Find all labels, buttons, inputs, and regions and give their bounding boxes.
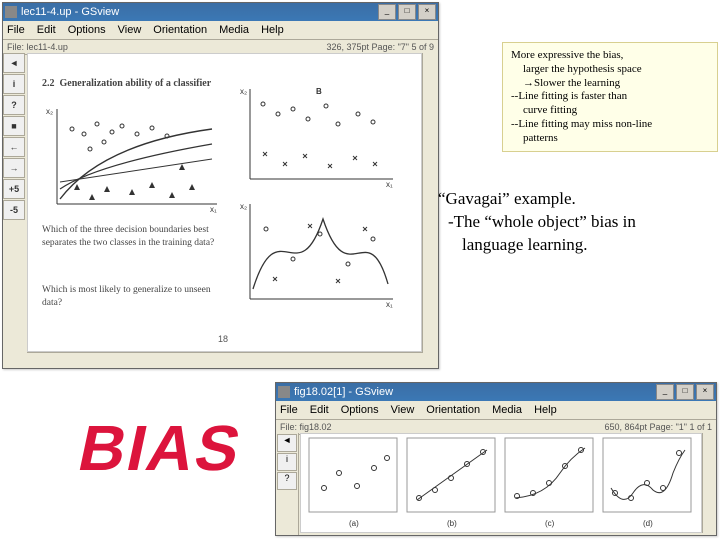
tool-zoom-in-icon[interactable]: +5 bbox=[3, 179, 25, 199]
maximize-button[interactable]: □ bbox=[676, 384, 694, 400]
note-line: larger the hypothesis space bbox=[511, 63, 709, 77]
menu-edit[interactable]: Edit bbox=[37, 24, 56, 36]
gavagai-text: “Gavagai” example. -The “whole object” b… bbox=[438, 188, 718, 257]
tool-zoom-out-icon[interactable]: -5 bbox=[3, 200, 25, 220]
note-line: --Line fitting is faster than bbox=[511, 90, 709, 104]
menu-view[interactable]: View bbox=[391, 404, 415, 416]
note-line: --Line fitting may miss non-line bbox=[511, 118, 709, 132]
side-toolbar: ◄ i ? ■ ← → +5 -5 bbox=[3, 53, 25, 220]
menu-edit[interactable]: Edit bbox=[310, 404, 329, 416]
page-number: 18 bbox=[218, 334, 228, 344]
menu-options[interactable]: Options bbox=[341, 404, 379, 416]
bias-wordart: BIAS bbox=[74, 420, 247, 478]
menu-media[interactable]: Media bbox=[492, 404, 522, 416]
gsview-window-1: lec11-4.up - GSview _ □ × File Edit Opti… bbox=[2, 2, 439, 369]
file-label: File: lec11-4.up bbox=[7, 42, 68, 52]
side-toolbar-2: ◄ i ? bbox=[276, 433, 299, 535]
maximize-button[interactable]: □ bbox=[398, 4, 416, 20]
tool-back-icon[interactable]: ◄ bbox=[3, 53, 25, 73]
note-box: More expressive the bias, larger the hyp… bbox=[502, 42, 718, 152]
note-line: →Slower the learning bbox=[511, 77, 709, 91]
menu-file[interactable]: File bbox=[280, 404, 298, 416]
close-button[interactable]: × bbox=[418, 4, 436, 20]
menu-view[interactable]: View bbox=[118, 24, 142, 36]
menubar-1: File Edit Options View Orientation Media… bbox=[3, 21, 438, 40]
tool-icon[interactable]: i bbox=[277, 453, 297, 471]
page-label: 650, 864pt Page: "1" 1 of 1 bbox=[605, 422, 712, 432]
minimize-button[interactable]: _ bbox=[656, 384, 674, 400]
note-line: More expressive the bias, bbox=[511, 49, 709, 63]
svg-text:(a): (a) bbox=[349, 519, 359, 528]
menubar-2: File Edit Options View Orientation Media… bbox=[276, 401, 716, 420]
menu-orientation[interactable]: Orientation bbox=[426, 404, 480, 416]
svg-text:(c): (c) bbox=[545, 519, 555, 528]
svg-text:x₁: x₁ bbox=[210, 205, 217, 214]
titlebar-2: fig18.02[1] - GSview _ □ × bbox=[276, 383, 716, 401]
section-heading: 2.2 Generalization ability of a classifi… bbox=[42, 78, 211, 89]
gavagai-line: -The “whole object” bias in bbox=[438, 211, 718, 234]
tool-stop-icon[interactable]: ■ bbox=[3, 116, 25, 136]
menu-media[interactable]: Media bbox=[219, 24, 249, 36]
scrollbar-v[interactable] bbox=[702, 433, 716, 533]
page-label: 326, 375pt Page: "7" 5 of 9 bbox=[327, 42, 434, 52]
app-icon bbox=[5, 6, 17, 18]
gavagai-line: language learning. bbox=[438, 234, 718, 257]
scrollbar-v[interactable] bbox=[422, 53, 438, 352]
document-viewport-2[interactable]: (a) (b) (c) (d) bbox=[300, 433, 702, 533]
close-button[interactable]: × bbox=[696, 384, 714, 400]
question-2: Which is most likely to generalize to un… bbox=[42, 284, 222, 310]
tool-next-icon[interactable]: → bbox=[3, 158, 25, 178]
note-line: patterns bbox=[511, 132, 709, 146]
document-viewport-1[interactable]: 2.2 Generalization ability of a classifi… bbox=[27, 53, 422, 352]
svg-text:(b): (b) bbox=[447, 519, 457, 528]
svg-text:(d): (d) bbox=[643, 519, 653, 528]
figure-scatter-b: x₁ x₂ B bbox=[238, 84, 398, 189]
scrollbar-h[interactable] bbox=[27, 352, 423, 368]
menu-help[interactable]: Help bbox=[534, 404, 557, 416]
figure-scatter-c: x₁ x₂ bbox=[238, 199, 398, 309]
tool-help-icon[interactable]: ? bbox=[3, 95, 25, 115]
figure-scatter-main: x₁ x₂ bbox=[42, 104, 222, 214]
menu-options[interactable]: Options bbox=[68, 24, 106, 36]
svg-text:x₂: x₂ bbox=[240, 87, 247, 96]
svg-text:x₁: x₁ bbox=[386, 180, 393, 189]
tool-info-icon[interactable]: i bbox=[3, 74, 25, 94]
menu-help[interactable]: Help bbox=[261, 24, 284, 36]
titlebar-1: lec11-4.up - GSview _ □ × bbox=[3, 3, 438, 21]
gsview-window-2: fig18.02[1] - GSview _ □ × File Edit Opt… bbox=[275, 382, 717, 536]
menu-file[interactable]: File bbox=[7, 24, 25, 36]
figure-four-panel: (a) (b) (c) (d) bbox=[301, 434, 701, 532]
tool-prev-icon[interactable]: ← bbox=[3, 137, 25, 157]
window-title: lec11-4.up - GSview bbox=[21, 6, 119, 18]
window-title: fig18.02[1] - GSview bbox=[294, 386, 393, 398]
question-1: Which of the three decision boundaries b… bbox=[42, 224, 222, 250]
app-icon bbox=[278, 386, 290, 398]
svg-text:B: B bbox=[316, 87, 322, 96]
svg-text:x₁: x₁ bbox=[386, 300, 393, 309]
minimize-button[interactable]: _ bbox=[378, 4, 396, 20]
gavagai-line: “Gavagai” example. bbox=[438, 188, 718, 211]
menu-orientation[interactable]: Orientation bbox=[153, 24, 207, 36]
tool-icon[interactable]: ◄ bbox=[277, 434, 297, 452]
tool-icon[interactable]: ? bbox=[277, 472, 297, 490]
note-line: curve fitting bbox=[511, 104, 709, 118]
svg-text:x₂: x₂ bbox=[240, 202, 247, 211]
svg-text:x₂: x₂ bbox=[46, 107, 53, 116]
file-label: File: fig18.02 bbox=[280, 422, 332, 432]
